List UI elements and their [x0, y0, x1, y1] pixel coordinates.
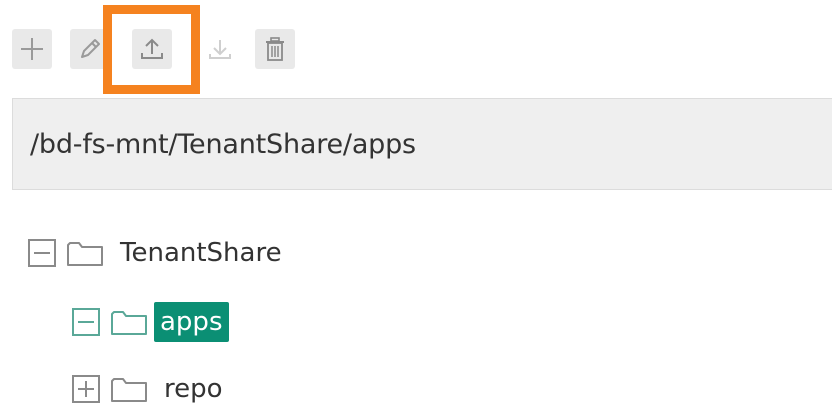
- download-button[interactable]: [200, 29, 240, 69]
- collapse-toggle[interactable]: [72, 308, 100, 336]
- upload-button[interactable]: [132, 29, 172, 69]
- rename-button[interactable]: [70, 29, 110, 69]
- tree-node-tenantshare[interactable]: TenantShare: [28, 230, 288, 276]
- tree-node-label[interactable]: TenantShare: [114, 233, 288, 273]
- add-button[interactable]: [12, 29, 52, 69]
- tree-node-label[interactable]: apps: [154, 302, 229, 342]
- trash-icon: [266, 37, 284, 61]
- plus-icon: [21, 38, 43, 60]
- pencil-icon: [81, 39, 100, 58]
- tree-node-label[interactable]: repo: [158, 369, 229, 407]
- folder-icon: [111, 311, 147, 335]
- folder-icon: [111, 378, 147, 402]
- tree-node-apps[interactable]: apps: [72, 299, 229, 345]
- current-path: /bd-fs-mnt/TenantShare/apps: [30, 128, 416, 160]
- path-bar: /bd-fs-mnt/TenantShare/apps: [12, 98, 832, 190]
- download-icon: [209, 40, 231, 59]
- delete-button[interactable]: [255, 29, 295, 69]
- tree-node-repo[interactable]: repo: [72, 366, 229, 407]
- folder-icon: [67, 242, 103, 266]
- expand-toggle[interactable]: [72, 375, 100, 403]
- upload-icon: [141, 38, 163, 59]
- file-browser: /bd-fs-mnt/TenantShare/apps TenantShare …: [0, 0, 832, 407]
- collapse-toggle[interactable]: [28, 239, 56, 267]
